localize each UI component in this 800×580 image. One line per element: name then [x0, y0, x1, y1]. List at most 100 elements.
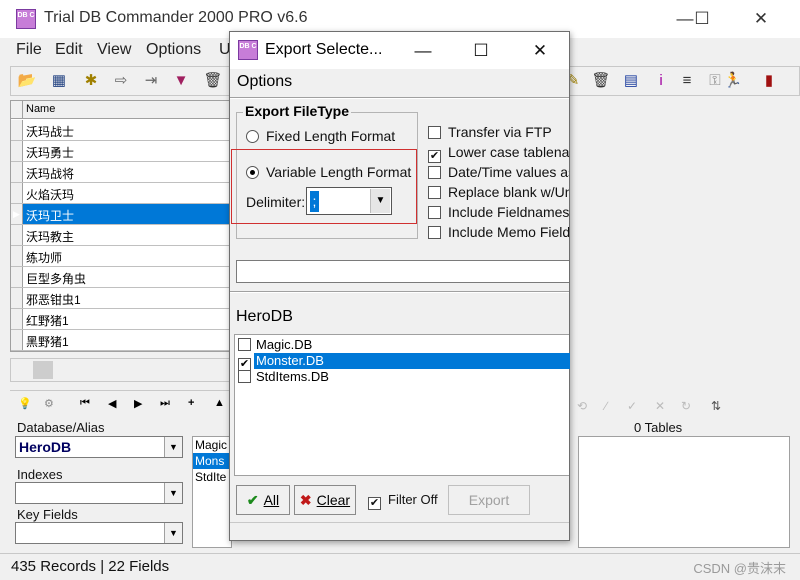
run-icon[interactable]: 🏃	[723, 71, 743, 91]
table-row[interactable]: 红野猪1	[11, 309, 233, 330]
option-checkbox[interactable]: Include Memo Fields	[428, 224, 569, 240]
table-row[interactable]: 沃玛勇士	[11, 141, 233, 162]
list-item[interactable]: StdIte	[193, 469, 231, 485]
chevron-down-icon[interactable]: ▼	[164, 483, 182, 503]
structure-icon[interactable]: ▤	[621, 71, 641, 91]
name-cell[interactable]: 邪恶钳虫1	[26, 291, 81, 308]
dialog-close-button[interactable]: ✕	[520, 36, 560, 66]
last-record-icon[interactable]: ⏭	[160, 397, 170, 410]
name-cell[interactable]: 练功师	[26, 249, 62, 266]
tables-panel[interactable]	[578, 436, 790, 548]
chevron-down-icon[interactable]: ▼	[164, 523, 182, 543]
name-cell[interactable]: 火焰沃玛	[26, 186, 74, 203]
checkbox-indicator[interactable]	[428, 226, 441, 239]
tables-list[interactable]: Magic Mons StdIte	[192, 436, 232, 548]
indexes-select[interactable]: ▼	[15, 482, 183, 504]
export-icon[interactable]: ⇥	[141, 71, 161, 91]
export-path-input[interactable]	[236, 260, 569, 283]
filter-icon[interactable]: ▼	[171, 71, 191, 91]
insert-record-icon[interactable]: +	[188, 397, 194, 409]
close-button[interactable]: ✕	[739, 4, 783, 34]
database-alias-select[interactable]: HeroDB ▼	[15, 436, 183, 458]
chevron-down-icon[interactable]: ▼	[370, 189, 390, 213]
name-cell[interactable]: 红野猪1	[26, 312, 69, 329]
menu-edit[interactable]: Edit	[55, 41, 83, 59]
column-header-name[interactable]: Name	[26, 103, 55, 115]
prior-record-icon[interactable]: ◀	[108, 397, 116, 410]
scroll-thumb[interactable]	[33, 361, 53, 379]
trash-icon[interactable]: 🗑	[203, 71, 223, 91]
query-icon[interactable]: ✱	[81, 71, 101, 91]
option-checkbox[interactable]: Transfer via FTP	[428, 124, 552, 140]
table-row[interactable]: 巨型多角虫	[11, 267, 233, 288]
export-button[interactable]: Export	[448, 485, 530, 515]
trash-icon-2[interactable]: 🗑	[591, 71, 611, 91]
menu-view[interactable]: View	[97, 41, 131, 59]
list-item[interactable]: Mons	[193, 453, 231, 469]
checkbox-indicator[interactable]	[428, 206, 441, 219]
checkbox-indicator[interactable]	[428, 126, 441, 139]
radio-indicator[interactable]	[246, 130, 259, 143]
chevron-down-icon[interactable]: ▼	[164, 437, 182, 457]
list-item[interactable]: Magic.DB	[235, 337, 570, 353]
option-checkbox[interactable]: Replace blank w/Un	[428, 184, 569, 200]
key-icon[interactable]: ⚿	[705, 71, 725, 91]
lines-icon[interactable]: ≡	[677, 71, 697, 91]
table-row[interactable]: 练功师	[11, 246, 233, 267]
open-folder-icon[interactable]: 📂	[17, 71, 37, 91]
dialog-minimize-button[interactable]: —	[403, 36, 443, 66]
table-icon[interactable]: ▦	[49, 71, 69, 91]
table-row[interactable]: 沃玛战士	[11, 120, 233, 141]
checkbox-indicator[interactable]	[238, 370, 251, 383]
arrow-right-icon[interactable]: ⇨	[111, 71, 131, 91]
table-row[interactable]: 沃玛战将	[11, 162, 233, 183]
name-cell[interactable]: 沃玛战士	[26, 123, 74, 140]
dialog-menu-options[interactable]: Options	[237, 73, 292, 91]
name-cell[interactable]: 沃玛战将	[26, 165, 74, 182]
select-all-button[interactable]: ✔ All	[236, 485, 290, 515]
exit-door-icon[interactable]: ▮	[759, 71, 779, 91]
table-row[interactable]: 黑野猪1	[11, 330, 233, 351]
list-item[interactable]: StdItems.DB	[235, 369, 570, 385]
tool-icon-2[interactable]: ⚙	[44, 397, 54, 410]
export-tables-list[interactable]: Magic.DB ✔ Monster.DB StdItems.DB	[234, 334, 570, 476]
bulb-icon[interactable]: 💡	[18, 397, 32, 410]
name-cell[interactable]: 沃玛卫士	[26, 207, 74, 224]
option-checkbox[interactable]: Include Fieldnames	[428, 204, 569, 220]
checkbox-indicator[interactable]: ✔	[368, 497, 381, 510]
option-checkbox[interactable]: ✔ Lower case tablenar	[428, 144, 569, 163]
grid-scrollbar[interactable]	[10, 358, 232, 382]
checkbox-indicator[interactable]	[428, 166, 441, 179]
key-fields-select[interactable]: ▼	[15, 522, 183, 544]
maximize-button[interactable]: ☐	[680, 4, 724, 34]
list-item[interactable]: Magic	[193, 437, 231, 453]
option-checkbox[interactable]: Date/Time values as	[428, 164, 569, 180]
next-record-icon[interactable]: ▶	[134, 397, 142, 410]
table-row[interactable]: 火焰沃玛	[11, 183, 233, 204]
radio-indicator[interactable]	[246, 166, 259, 179]
first-record-icon[interactable]: ⏮	[80, 397, 90, 410]
settings-icon[interactable]: ⇅	[706, 396, 726, 416]
filter-off-checkbox[interactable]: ✔ Filter Off	[368, 492, 438, 510]
table-row[interactable]: 邪恶钳虫1	[11, 288, 233, 309]
variable-length-radio[interactable]: Variable Length Format	[246, 164, 411, 180]
fixed-length-radio[interactable]: Fixed Length Format	[246, 128, 395, 144]
dialog-maximize-button[interactable]: ☐	[461, 36, 501, 66]
table-row[interactable]: 沃玛教主	[11, 225, 233, 246]
checkbox-indicator[interactable]	[238, 338, 251, 351]
menu-file[interactable]: File	[16, 41, 42, 59]
table-row[interactable]: ▶ 沃玛卫士	[11, 204, 233, 225]
name-cell[interactable]: 黑野猪1	[26, 333, 69, 350]
clear-button[interactable]: ✖ Clear	[294, 485, 356, 515]
name-cell[interactable]: 沃玛教主	[26, 228, 74, 245]
checkbox-indicator[interactable]: ✔	[428, 150, 441, 163]
delimiter-select[interactable]: ; ▼	[306, 187, 392, 215]
menu-options[interactable]: Options	[146, 41, 201, 59]
list-item[interactable]: ✔ Monster.DB	[235, 353, 570, 371]
name-cell[interactable]: 巨型多角虫	[26, 270, 86, 287]
delete-record-icon[interactable]: ▲	[214, 397, 225, 409]
info-icon[interactable]: i	[651, 71, 671, 91]
data-grid[interactable]: Name 沃玛战士沃玛勇士沃玛战将火焰沃玛 ▶ 沃玛卫士沃玛教主练功师巨型多角虫邪恶…	[10, 100, 233, 352]
checkbox-indicator[interactable]	[428, 186, 441, 199]
name-cell[interactable]: 沃玛勇士	[26, 144, 74, 161]
